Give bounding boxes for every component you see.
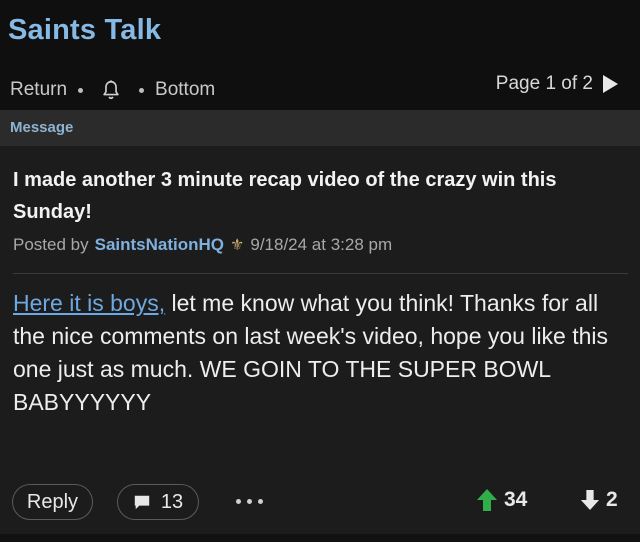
bell-icon[interactable] — [100, 79, 122, 101]
downvote-button[interactable]: 2 — [580, 488, 618, 512]
arrow-down-icon — [580, 490, 600, 510]
section-title: Message — [10, 119, 74, 136]
posted-by-label: Posted by — [13, 235, 89, 254]
video-link[interactable]: Here it is boys, — [13, 290, 165, 316]
upvote-button[interactable]: 34 — [476, 488, 527, 512]
post-actions: Reply 13 34 2 — [0, 484, 640, 524]
reply-button[interactable]: Reply — [12, 484, 93, 520]
comment-count: 13 — [160, 490, 184, 513]
more-options-button[interactable] — [236, 499, 263, 504]
bottom-link[interactable]: Bottom — [155, 79, 215, 101]
more-dot — [258, 499, 263, 504]
comment-icon — [134, 495, 150, 510]
post-meta: Posted by SaintsNationHQ ⚜ 9/18/24 at 3:… — [13, 235, 392, 255]
bottom-strip — [0, 534, 640, 542]
app-title[interactable]: Saints Talk — [8, 14, 161, 47]
more-dot — [247, 499, 252, 504]
post-title: I made another 3 minute recap video of t… — [13, 169, 557, 223]
top-bar: Saints Talk Return Bottom Page 1 of 2 — [0, 0, 640, 110]
separator-dot — [139, 87, 145, 93]
post-timestamp: 9/18/24 at 3:28 pm — [250, 235, 393, 254]
post-body: Here it is boys, let me know what you th… — [13, 287, 633, 419]
pager[interactable]: Page 1 of 2 — [496, 73, 618, 95]
nav-row: Return Bottom — [10, 76, 215, 104]
post-card: I made another 3 minute recap video of t… — [0, 146, 640, 542]
play-arrow-icon[interactable] — [603, 75, 618, 93]
arrow-up-icon — [477, 489, 497, 511]
fleur-de-lis-icon: ⚜ — [230, 237, 245, 254]
upvote-count: 34 — [504, 488, 528, 511]
comments-button[interactable]: 13 — [117, 484, 199, 520]
author-link[interactable]: SaintsNationHQ — [95, 235, 224, 255]
section-header: Message — [0, 110, 640, 146]
page-indicator[interactable]: Page 1 of 2 — [496, 73, 593, 95]
divider — [13, 273, 628, 274]
separator-dot — [78, 87, 84, 93]
reply-label: Reply — [26, 490, 79, 513]
downvote-count: 2 — [606, 488, 618, 511]
return-link[interactable]: Return — [10, 79, 67, 101]
more-dot — [236, 499, 241, 504]
